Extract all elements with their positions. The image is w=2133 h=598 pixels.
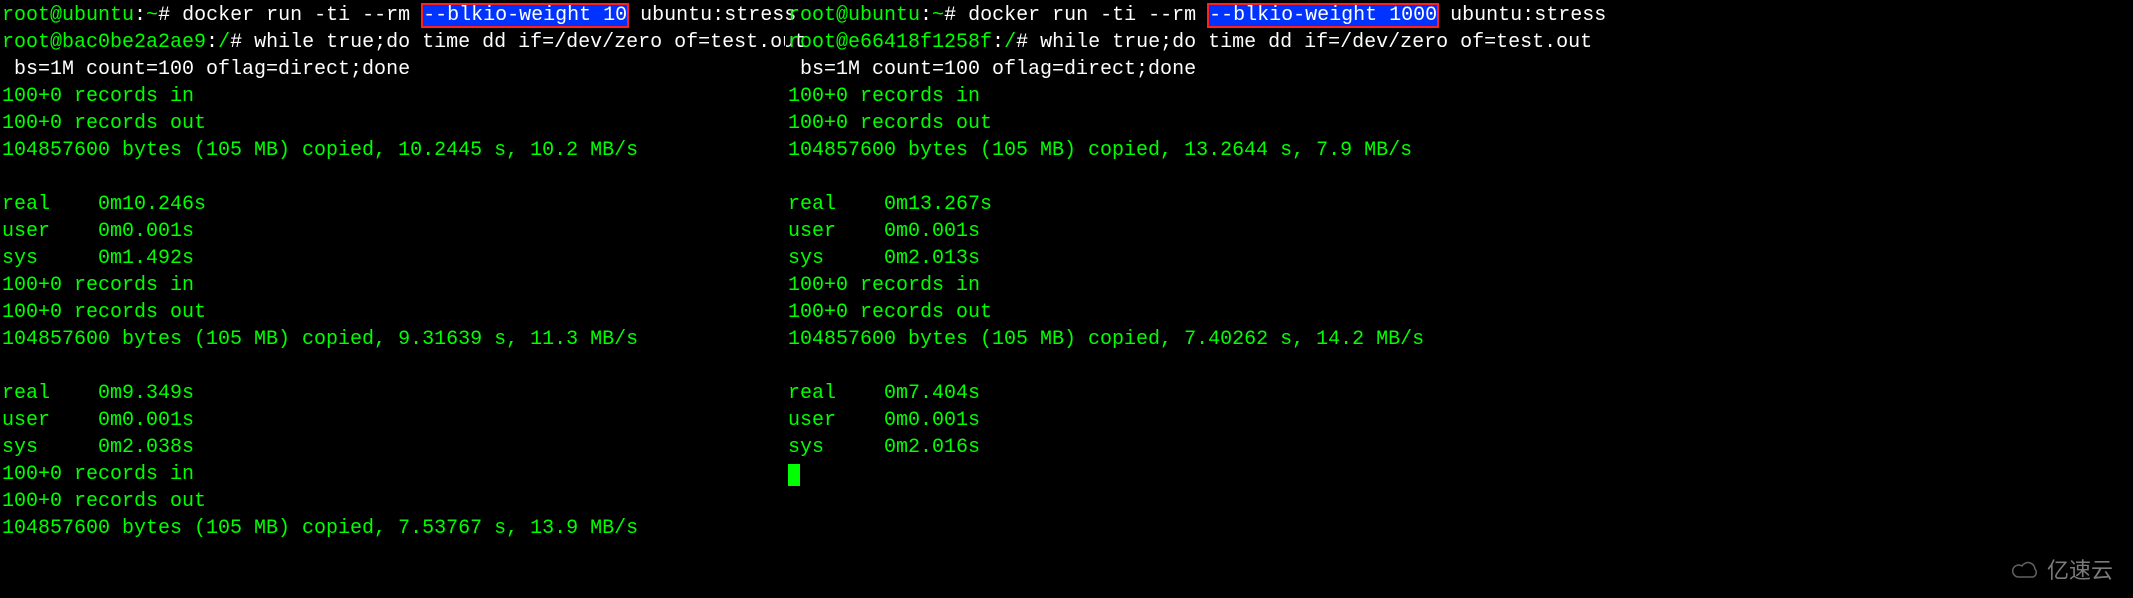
- time-user: user 0m0.001s: [2, 220, 194, 243]
- time-user: user 0m0.001s: [788, 409, 980, 432]
- prompt-path: /: [1004, 31, 1016, 54]
- terminal-pane-left[interactable]: root@ubuntu:~# docker run -ti --rm --blk…: [0, 0, 785, 598]
- cmd-while-loop-cont: bs=1M count=100 oflag=direct;done: [2, 58, 410, 81]
- time-user: user 0m0.001s: [788, 220, 980, 243]
- prompt-user: root@ubuntu: [788, 4, 920, 27]
- time-user: user 0m0.001s: [2, 409, 194, 432]
- output-records-out: 100+0 records out: [2, 112, 206, 135]
- output-records-out: 100+0 records out: [2, 490, 206, 513]
- cloud-icon: [2011, 561, 2041, 581]
- prompt-hash: #: [230, 31, 254, 54]
- time-sys: sys 0m2.016s: [788, 436, 980, 459]
- cmd-image: ubuntu:stress: [1438, 4, 1606, 27]
- prompt-sep: :: [134, 4, 146, 27]
- watermark: 亿速云: [2011, 556, 2113, 586]
- highlight-blkio-weight: --blkio-weight 1000: [1208, 4, 1438, 27]
- output-records-out: 100+0 records out: [2, 301, 206, 324]
- output-copied: 104857600 bytes (105 MB) copied, 7.40262…: [788, 328, 1424, 351]
- prompt-user: root@ubuntu: [2, 4, 134, 27]
- prompt-hash: #: [158, 4, 182, 27]
- output-copied: 104857600 bytes (105 MB) copied, 10.2445…: [2, 139, 638, 162]
- output-copied: 104857600 bytes (105 MB) copied, 7.53767…: [2, 517, 638, 540]
- time-real: real 0m13.267s: [788, 193, 992, 216]
- prompt-user: root@bac0be2a2ae9: [2, 31, 206, 54]
- time-sys: sys 0m2.038s: [2, 436, 194, 459]
- output-records-out: 100+0 records out: [788, 301, 992, 324]
- prompt-user: root@e66418f1258f: [788, 31, 992, 54]
- output-records-in: 100+0 records in: [2, 463, 194, 486]
- cursor-icon: [788, 464, 800, 486]
- watermark-text: 亿速云: [2047, 556, 2113, 586]
- output-records-in: 100+0 records in: [788, 274, 980, 297]
- cmd-while-loop-cont: bs=1M count=100 oflag=direct;done: [788, 58, 1196, 81]
- prompt-path: ~: [146, 4, 158, 27]
- output-records-in: 100+0 records in: [788, 85, 980, 108]
- prompt-path: /: [218, 31, 230, 54]
- terminal-pane-right[interactable]: root@ubuntu:~# docker run -ti --rm --blk…: [785, 0, 2133, 598]
- cmd-while-loop: while true;do time dd if=/dev/zero of=te…: [254, 31, 806, 54]
- prompt-hash: #: [1016, 31, 1040, 54]
- output-copied: 104857600 bytes (105 MB) copied, 9.31639…: [2, 328, 638, 351]
- time-real: real 0m9.349s: [2, 382, 194, 405]
- time-sys: sys 0m1.492s: [2, 247, 194, 270]
- output-records-out: 100+0 records out: [788, 112, 992, 135]
- prompt-sep: :: [206, 31, 218, 54]
- cmd-docker-run: docker run -ti --rm: [182, 4, 422, 27]
- cmd-while-loop: while true;do time dd if=/dev/zero of=te…: [1040, 31, 1592, 54]
- prompt-sep: :: [992, 31, 1004, 54]
- prompt-hash: #: [944, 4, 968, 27]
- output-records-in: 100+0 records in: [2, 85, 194, 108]
- time-sys: sys 0m2.013s: [788, 247, 980, 270]
- cmd-docker-run: docker run -ti --rm: [968, 4, 1208, 27]
- prompt-path: ~: [932, 4, 944, 27]
- output-records-in: 100+0 records in: [2, 274, 194, 297]
- prompt-sep: :: [920, 4, 932, 27]
- cmd-image: ubuntu:stress: [628, 4, 796, 27]
- time-real: real 0m10.246s: [2, 193, 206, 216]
- time-real: real 0m7.404s: [788, 382, 980, 405]
- output-copied: 104857600 bytes (105 MB) copied, 13.2644…: [788, 139, 1412, 162]
- highlight-blkio-weight: --blkio-weight 10: [422, 4, 628, 27]
